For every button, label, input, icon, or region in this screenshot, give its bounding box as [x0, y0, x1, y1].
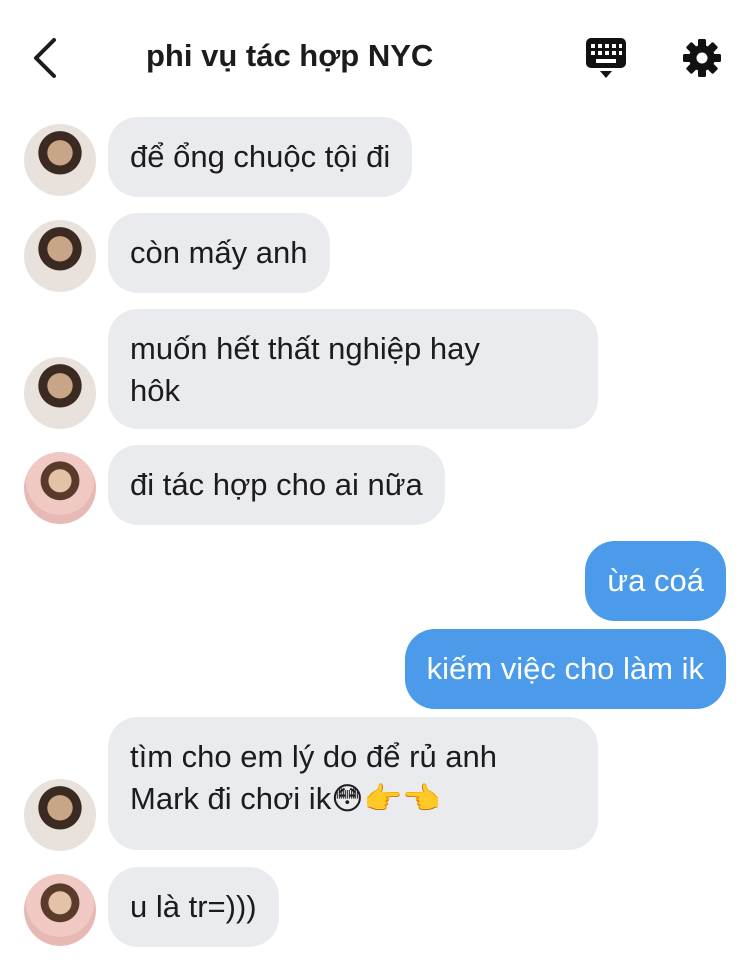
settings-button[interactable] [680, 36, 724, 80]
avatar[interactable] [24, 452, 96, 524]
back-button[interactable] [28, 36, 64, 80]
avatar[interactable] [24, 124, 96, 196]
avatar[interactable] [24, 220, 96, 292]
message-bubble-outgoing[interactable]: ừa coá [585, 541, 726, 621]
message-bubble-incoming[interactable]: muốn hết thất nghiệp hay hôk [108, 309, 598, 429]
avatar[interactable] [24, 357, 96, 429]
avatar[interactable] [24, 874, 96, 946]
chevron-left-icon [34, 38, 56, 78]
message-bubble-incoming[interactable]: tìm cho em lý do để rủ anh Mark đi chơi … [108, 717, 598, 850]
message-bubble-incoming[interactable]: đi tác hợp cho ai nữa [108, 445, 445, 525]
keyboard-button[interactable] [584, 36, 628, 80]
chat-title: phi vụ tác hợp NYC [146, 38, 434, 73]
gear-icon [683, 39, 721, 77]
keyboard-icon [586, 38, 626, 78]
chat-header: phi vụ tác hợp NYC [0, 0, 750, 110]
message-bubble-incoming[interactable]: để ổng chuộc tội đi [108, 117, 413, 197]
avatar[interactable] [24, 779, 96, 851]
message-bubble-outgoing[interactable]: kiếm việc cho làm ik [404, 629, 726, 709]
message-bubble-incoming[interactable]: còn mấy anh [108, 213, 330, 293]
message-bubble-incoming[interactable]: u là tr=))) [108, 867, 279, 947]
